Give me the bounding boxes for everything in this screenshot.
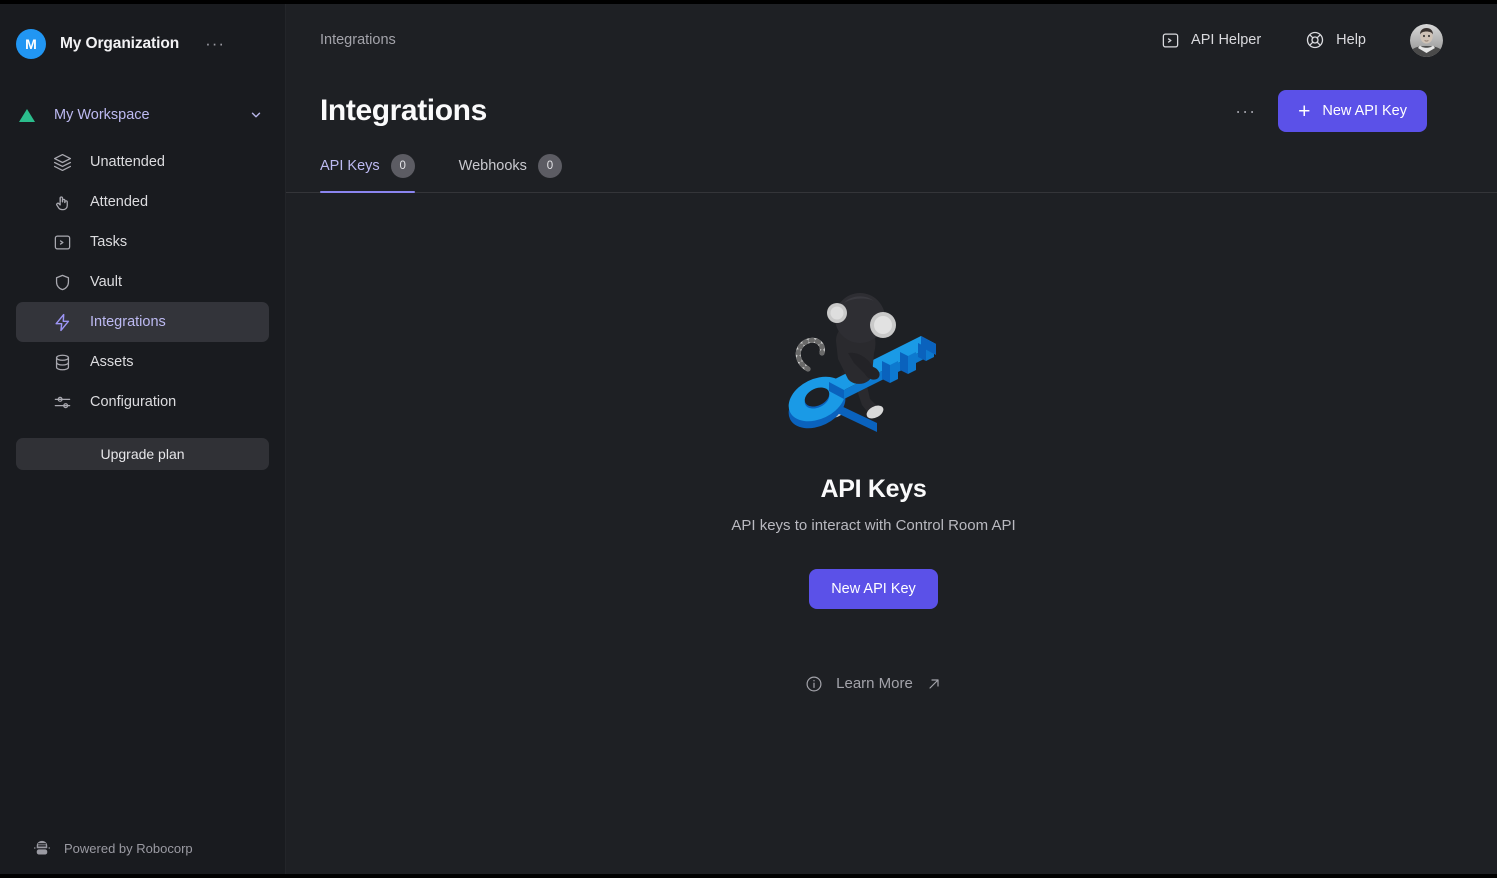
empty-state: API Keys API keys to interact with Contr…	[286, 193, 1497, 874]
sidebar-nav: Unattended Attended Tasks Vault Integrat…	[0, 142, 285, 422]
robocorp-logo-icon	[32, 838, 52, 858]
upgrade-plan-button[interactable]: Upgrade plan	[16, 438, 269, 470]
arrow-up-right-icon	[926, 676, 942, 692]
chevron-down-icon[interactable]	[249, 108, 263, 122]
tab-label: Webhooks	[458, 158, 527, 174]
sidebar-item-label: Integrations	[90, 314, 166, 330]
sidebar-item-assets[interactable]: Assets	[16, 342, 269, 382]
topbar: Integrations API Helper Help	[286, 4, 1497, 76]
database-icon	[52, 352, 72, 372]
learn-more-label: Learn More	[836, 675, 913, 693]
topbar-actions: API Helper Help	[1161, 23, 1443, 57]
tab-bar: API Keys 0 Webhooks 0	[286, 154, 1497, 193]
lifebuoy-icon	[1305, 30, 1325, 50]
sidebar-item-integrations[interactable]: Integrations	[16, 302, 269, 342]
help-label: Help	[1336, 32, 1366, 48]
workspace-label: My Workspace	[54, 107, 150, 123]
tab-label: API Keys	[320, 158, 380, 174]
organization-header[interactable]: M My Organization ···	[0, 4, 285, 66]
tab-webhooks[interactable]: Webhooks 0	[459, 154, 562, 192]
terminal-icon	[1161, 31, 1180, 50]
main-content: Integrations API Helper Help Integration…	[286, 4, 1497, 874]
sidebar-item-label: Assets	[90, 354, 134, 370]
sidebar: M My Organization ··· My Workspace Unatt…	[0, 4, 286, 874]
info-circle-icon	[805, 675, 823, 693]
sidebar-item-vault[interactable]: Vault	[16, 262, 269, 302]
organization-more-menu-icon[interactable]: ···	[205, 35, 225, 52]
sidebar-item-configuration[interactable]: Configuration	[16, 382, 269, 422]
learn-more-link[interactable]: Learn More	[805, 675, 942, 693]
new-api-key-button-label: New API Key	[1322, 103, 1407, 119]
sidebar-item-label: Configuration	[90, 394, 177, 410]
footer-text: Powered by Robocorp	[64, 840, 193, 856]
shield-icon	[52, 272, 72, 292]
sidebar-footer: Powered by Robocorp	[0, 838, 193, 858]
page-header: Integrations ··· + New API Key	[286, 90, 1497, 132]
plus-icon: +	[1298, 99, 1311, 123]
avatar[interactable]	[1410, 23, 1443, 57]
sliders-icon	[52, 392, 72, 412]
sidebar-item-attended[interactable]: Attended	[16, 182, 269, 222]
api-helper-label: API Helper	[1191, 32, 1262, 48]
organization-name: My Organization	[60, 35, 180, 52]
app-window: M My Organization ··· My Workspace Unatt…	[0, 4, 1497, 874]
workspace-marker-icon	[19, 108, 35, 122]
sidebar-item-label: Tasks	[90, 234, 128, 250]
sidebar-item-unattended[interactable]: Unattended	[16, 142, 269, 182]
api-key-illustration	[774, 283, 974, 453]
sidebar-item-tasks[interactable]: Tasks	[16, 222, 269, 262]
hand-pointer-icon	[52, 192, 72, 212]
workspace-selector[interactable]: My Workspace	[16, 102, 269, 128]
page-more-menu-icon[interactable]: ···	[1235, 102, 1256, 120]
breadcrumb: Integrations	[320, 32, 396, 48]
sidebar-item-label: Attended	[90, 194, 149, 210]
new-api-key-button[interactable]: + New API Key	[1278, 90, 1427, 132]
page-header-actions: ··· + New API Key	[1235, 90, 1427, 132]
sidebar-item-label: Unattended	[90, 154, 165, 170]
bolt-icon	[52, 312, 72, 332]
page-title: Integrations	[320, 94, 487, 127]
api-helper-button[interactable]: API Helper	[1161, 31, 1261, 50]
layers-icon	[52, 152, 72, 172]
empty-state-description: API keys to interact with Control Room A…	[731, 517, 1016, 534]
empty-state-new-api-key-button[interactable]: New API Key	[809, 568, 938, 609]
tab-count-badge: 0	[390, 154, 415, 178]
help-button[interactable]: Help	[1305, 30, 1366, 50]
terminal-icon	[52, 232, 72, 252]
sidebar-item-label: Vault	[90, 274, 122, 290]
empty-state-title: API Keys	[820, 475, 927, 503]
tab-api-keys[interactable]: API Keys 0	[320, 154, 415, 193]
organization-avatar: M	[16, 29, 46, 59]
tab-count-badge: 0	[537, 154, 562, 178]
